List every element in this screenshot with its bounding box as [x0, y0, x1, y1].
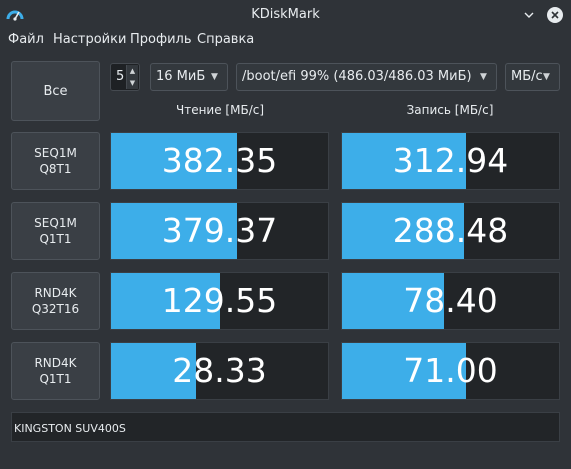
test-label-line1: RND4K: [34, 286, 77, 300]
write-result-value: 71.00: [403, 351, 498, 390]
device-info-field[interactable]: KINGSTON SUV400S: [11, 412, 560, 442]
write-result: 288.48: [341, 202, 560, 260]
test-label-line1: SEQ1M: [34, 216, 77, 230]
close-icon[interactable]: [546, 6, 564, 24]
read-result: 382.35: [110, 132, 329, 190]
read-result: 28.33: [110, 342, 329, 400]
write-result: 312.94: [341, 132, 560, 190]
runs-spinbox[interactable]: 5 ▲ ▼: [110, 63, 140, 91]
test-label-line2: Q1T1: [39, 232, 72, 246]
chevron-down-icon: ▼: [211, 72, 218, 82]
file-size-select[interactable]: 16 МиБ ▼: [150, 63, 228, 91]
menu-bar: Файл Настройки Профиль Справка: [0, 30, 571, 52]
spin-up-icon[interactable]: ▲: [127, 65, 138, 77]
write-result-value: 288.48: [392, 211, 509, 250]
test-label-line1: SEQ1M: [34, 146, 77, 160]
test-label-line2: Q8T1: [39, 162, 72, 176]
window-title: KDiskMark: [251, 7, 320, 22]
read-result-value: 379.37: [161, 211, 278, 250]
device-name: KINGSTON SUV400S: [14, 422, 126, 435]
read-result-value: 382.35: [161, 141, 278, 180]
menu-help[interactable]: Справка: [197, 32, 254, 47]
target-path-select[interactable]: /boot/efi 99% (486.03/486.03 МиБ) ▼: [236, 63, 497, 91]
spin-arrows: ▲ ▼: [126, 65, 138, 89]
file-size-value: 16 МиБ: [156, 69, 206, 84]
test-label-line2: Q1T1: [39, 372, 72, 386]
write-result-value: 78.40: [403, 281, 498, 320]
unit-value: МБ/с: [511, 69, 543, 84]
write-result: 71.00: [341, 342, 560, 400]
spin-down-icon[interactable]: ▼: [127, 77, 138, 89]
test-button-rnd4k-q32t16[interactable]: RND4K Q32T16: [11, 272, 100, 330]
test-label-line2: Q32T16: [31, 302, 80, 316]
chevron-down-icon: ▼: [480, 72, 487, 82]
chevron-down-icon: ▼: [543, 72, 550, 82]
test-button-rnd4k-q1t1[interactable]: RND4K Q1T1: [11, 342, 100, 400]
write-result-value: 312.94: [392, 141, 509, 180]
run-all-button[interactable]: Все: [11, 61, 100, 121]
read-result-value: 28.33: [172, 351, 267, 390]
test-label-line1: RND4K: [34, 356, 77, 370]
menu-settings[interactable]: Настройки: [53, 32, 126, 47]
test-button-seq1m-q8t1[interactable]: SEQ1M Q8T1: [11, 132, 100, 190]
run-all-label: Все: [43, 83, 68, 99]
write-result: 78.40: [341, 272, 560, 330]
read-result: 379.37: [110, 202, 329, 260]
read-result: 129.55: [110, 272, 329, 330]
unit-select[interactable]: МБ/с ▼: [505, 63, 560, 91]
target-path-value: /boot/efi 99% (486.03/486.03 МиБ): [242, 69, 472, 84]
write-column-header: Запись [МБ/с]: [406, 103, 494, 117]
runs-value: 5: [116, 69, 125, 84]
read-column-header: Чтение [МБ/с]: [175, 103, 265, 117]
title-bar: KDiskMark: [0, 0, 571, 30]
menu-file[interactable]: Файл: [8, 32, 44, 47]
read-result-value: 129.55: [161, 281, 278, 320]
menu-profile[interactable]: Профиль: [130, 32, 192, 47]
minimize-icon[interactable]: [520, 6, 538, 24]
test-button-seq1m-q1t1[interactable]: SEQ1M Q1T1: [11, 202, 100, 260]
